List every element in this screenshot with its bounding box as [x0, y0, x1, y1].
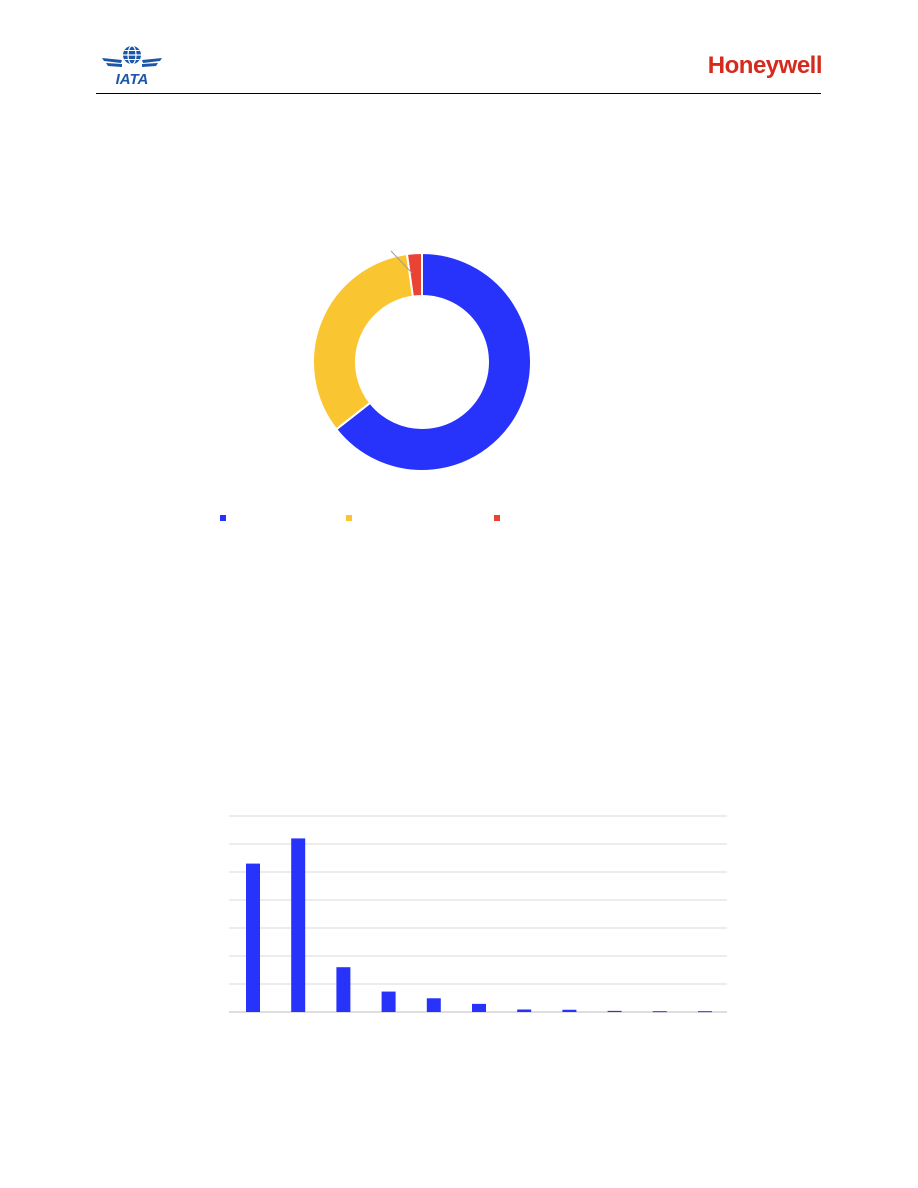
page-header: IATA Honeywell: [0, 0, 918, 100]
donut-chart: [312, 250, 532, 472]
bar-3: [336, 967, 351, 1012]
bar-10: [652, 1011, 667, 1013]
honeywell-logo: Honeywell: [707, 52, 823, 79]
iata-logo: IATA: [102, 45, 162, 88]
iata-logo-text: IATA: [116, 71, 149, 88]
bar-9: [607, 1010, 622, 1012]
legend-swatch-3: [494, 515, 500, 521]
legend-swatch-1: [220, 515, 226, 521]
legend-swatch-2: [346, 515, 352, 521]
bar-6: [472, 1003, 486, 1012]
bar-11: [698, 1011, 712, 1013]
donut-slice-2: [312, 252, 415, 431]
header-divider: [96, 93, 821, 94]
bar-1: [246, 863, 260, 1012]
bar-8: [562, 1009, 577, 1012]
bar-4: [381, 991, 396, 1012]
bar-5: [426, 998, 441, 1012]
donut-legend: [220, 515, 520, 527]
bar-chart: [229, 815, 727, 1013]
bar-2: [291, 838, 306, 1012]
bar-7: [517, 1009, 532, 1012]
